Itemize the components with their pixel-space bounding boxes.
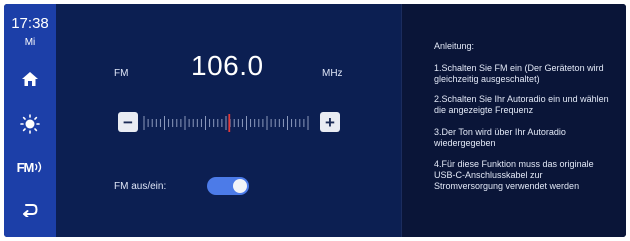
toggle-knob (233, 179, 247, 193)
home-button[interactable] (4, 64, 56, 94)
instruction-step-3: 3.Der Ton wird über Ihr Autoradio wieder… (434, 127, 566, 148)
brightness-button[interactable] (4, 109, 56, 139)
back-button[interactable] (4, 195, 56, 225)
instruction-step-4: 4.Für diese Funktion muss das originale … (434, 159, 594, 191)
home-icon (22, 72, 38, 86)
brightness-icon (20, 114, 40, 134)
frequency-unit: MHz (322, 68, 343, 79)
sidebar: 17:38 Mi FM (4, 4, 56, 237)
back-arrow-icon (23, 204, 38, 217)
fm-toggle-switch[interactable] (207, 177, 249, 195)
frequency-down-button[interactable]: − (118, 112, 138, 132)
weekday: Mi (24, 37, 36, 48)
band-label: FM (114, 68, 129, 79)
instructions-panel: Anleitung: 1.Schalten Sie FM ein (Der Ge… (402, 4, 626, 237)
fm-nav-button[interactable]: FM (4, 152, 56, 182)
frequency-display: 106.0 (191, 50, 264, 81)
tuning-dial[interactable] (142, 114, 310, 132)
radio-panel: FM 106.0 MHz − + FM aus/ein: (56, 4, 402, 237)
fm-toggle-label: FM aus/ein: (114, 181, 167, 192)
instruction-step-1: 1.Schalten Sie FM ein (Der Geräteton wir… (434, 63, 604, 84)
radio-waves-icon (35, 161, 42, 173)
fm-nav-label: FM (16, 159, 35, 175)
frequency-up-button[interactable]: + (320, 112, 340, 132)
fm-transmitter-screen: 17:38 Mi FM FM 106.0 MHz − + FM aus/ein:… (4, 4, 626, 237)
clock: 17:38 (11, 15, 49, 32)
instructions-title: Anleitung: (434, 41, 475, 51)
instruction-step-2: 2.Schalten Sie Ihr Autoradio ein und wäh… (434, 94, 609, 115)
